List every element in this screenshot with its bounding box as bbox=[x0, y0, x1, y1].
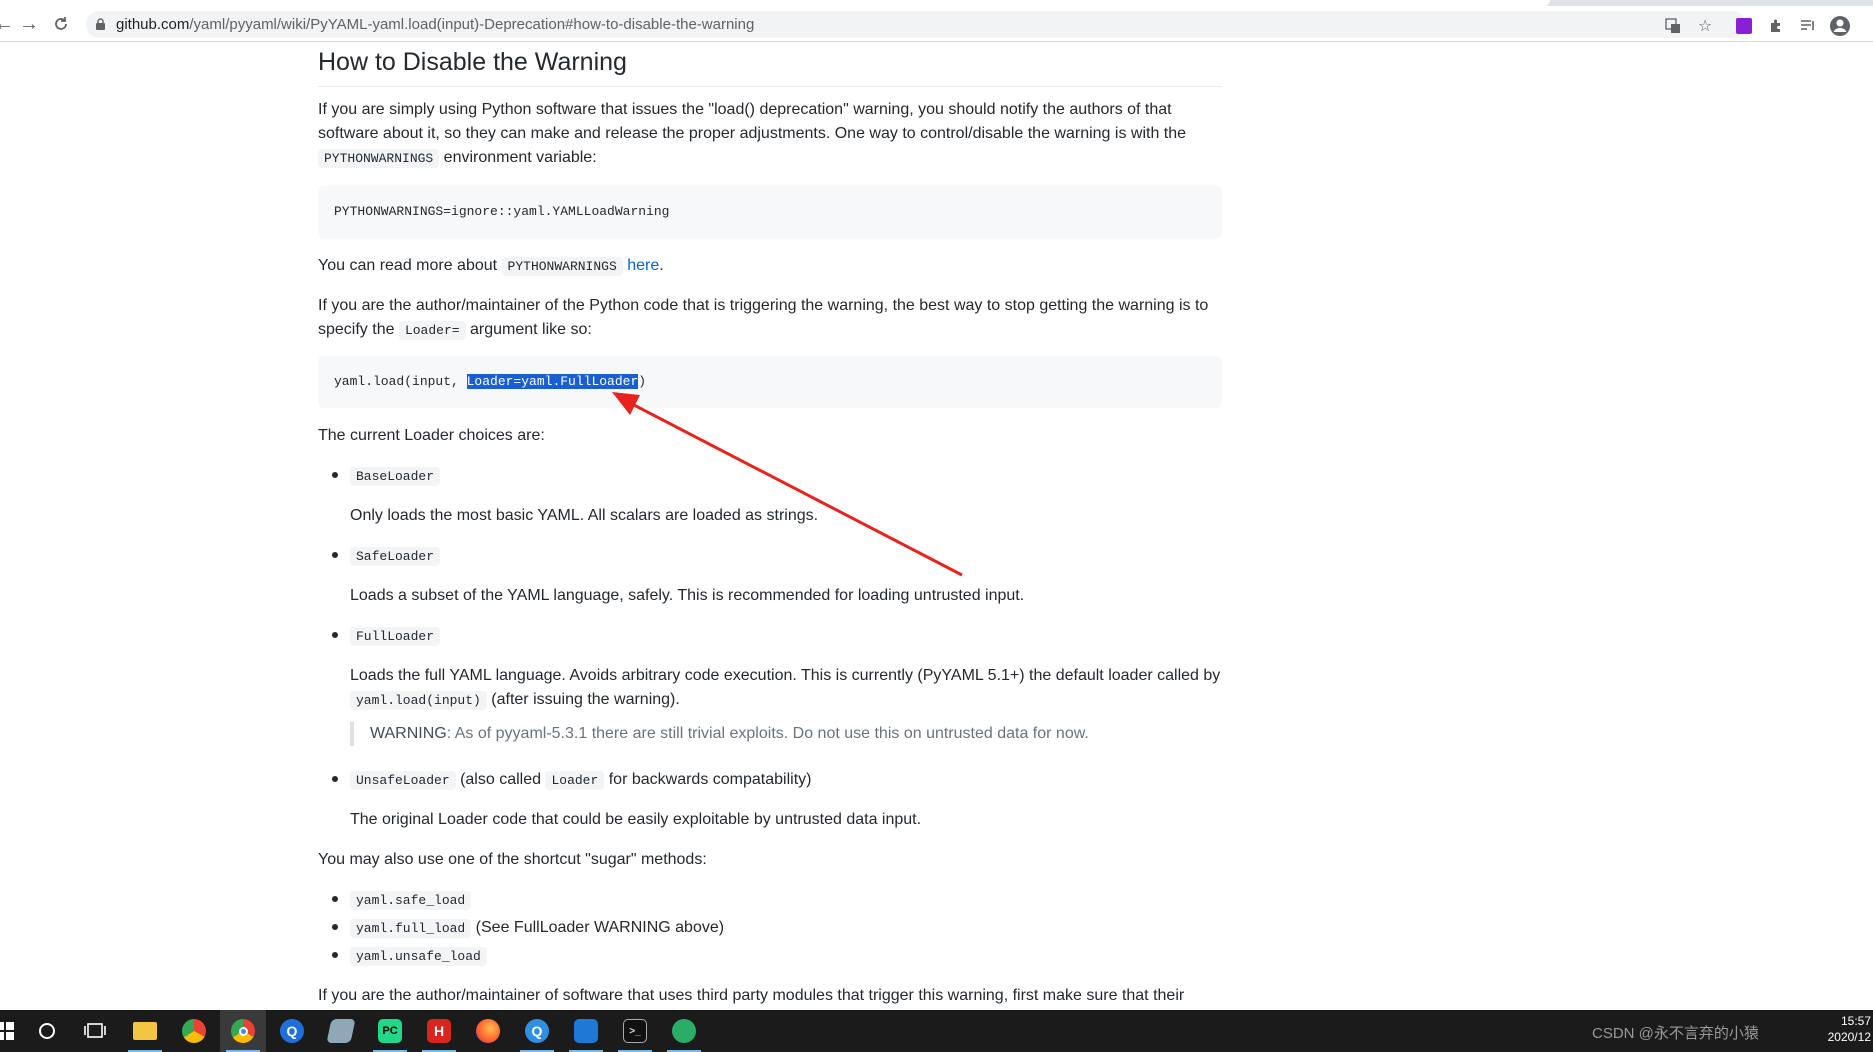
list-bullet bbox=[332, 632, 338, 638]
search-tool-icon[interactable]: Q bbox=[514, 1010, 560, 1052]
notes-app-icon[interactable] bbox=[318, 1010, 364, 1052]
clock[interactable]: 15:57 2020/12 bbox=[1828, 1013, 1871, 1045]
reading-list-icon[interactable] bbox=[1797, 15, 1819, 37]
loader-description: Loads a subset of the YAML language, saf… bbox=[350, 587, 1025, 604]
profile-avatar-icon[interactable] bbox=[1829, 15, 1851, 37]
task-view-icon[interactable] bbox=[72, 1010, 118, 1052]
back-arrow-icon[interactable]: ← bbox=[0, 12, 16, 36]
here-link[interactable]: here bbox=[627, 257, 659, 274]
reload-icon[interactable] bbox=[49, 12, 73, 36]
list-bullet bbox=[332, 776, 338, 782]
list-item: yaml.full_load (See FullLoader WARNING a… bbox=[350, 916, 1222, 941]
list-item: BaseLoader bbox=[350, 464, 1222, 489]
maintainer-paragraph: If you are the author/maintainer of the … bbox=[318, 297, 1209, 340]
url-text[interactable]: github.com/yaml/pyyaml/wiki/PyYAML-yaml.… bbox=[116, 16, 754, 33]
list-bullet bbox=[332, 952, 338, 958]
puzzle-icon[interactable] bbox=[1765, 15, 1787, 37]
code-block-load: yaml.load(input, Loader=yaml.FullLoader) bbox=[318, 356, 1222, 408]
code-block-env: PYTHONWARNINGS=ignore::yaml.YAMLLoadWarn… bbox=[318, 186, 1222, 238]
pycharm-icon[interactable]: PC bbox=[367, 1010, 413, 1052]
choices-intro: The current Loader choices are: bbox=[318, 427, 545, 444]
apps-grid-icon[interactable] bbox=[563, 1010, 609, 1052]
lock-icon bbox=[96, 18, 105, 30]
list-bullet bbox=[332, 924, 338, 930]
list-item: FullLoader bbox=[350, 624, 1222, 649]
address-bar[interactable]: github.com/yaml/pyyaml/wiki/PyYAML-yaml.… bbox=[86, 11, 1746, 38]
browser-toolbar: ← → github.com/yaml/pyyaml/wiki/PyYAML-y… bbox=[0, 6, 1873, 42]
list-item: yaml.safe_load bbox=[350, 888, 1222, 913]
list-bullet bbox=[332, 896, 338, 902]
inline-code: Loader= bbox=[398, 321, 466, 340]
chrome-icon[interactable] bbox=[220, 1010, 266, 1052]
translate-icon[interactable] bbox=[1662, 15, 1684, 37]
closing-paragraph: If you are the author/maintainer of soft… bbox=[318, 987, 1185, 1004]
list-item: UnsafeLoader (also called Loader for bac… bbox=[350, 768, 1222, 793]
wiki-content: How to Disable the Warning If you are si… bbox=[318, 42, 1222, 1010]
list-bullet bbox=[332, 472, 338, 478]
list-item: yaml.unsafe_load bbox=[350, 944, 1222, 969]
search-app-icon[interactable]: Q bbox=[269, 1010, 315, 1052]
search-icon[interactable] bbox=[24, 1010, 70, 1052]
inline-code: PYTHONWARNINGS bbox=[318, 149, 440, 168]
intro-paragraph: If you are simply using Python software … bbox=[318, 101, 1187, 168]
list-item: SafeLoader bbox=[350, 544, 1222, 569]
sugar-intro: You may also use one of the shortcut "su… bbox=[318, 851, 707, 868]
read-more-paragraph: You can read more about PYTHONWARNINGS h… bbox=[318, 257, 664, 276]
watermark-text: CSDN @永不言弃的小猿 bbox=[1592, 1025, 1759, 1042]
terminal-icon[interactable]: >_ bbox=[612, 1010, 658, 1052]
loader-description: Only loads the most basic YAML. All scal… bbox=[350, 507, 819, 524]
section-heading: How to Disable the Warning bbox=[318, 46, 1222, 87]
loader-description: The original Loader code that could be e… bbox=[350, 811, 922, 828]
wechat-icon[interactable] bbox=[661, 1010, 707, 1052]
file-explorer-icon[interactable] bbox=[122, 1010, 168, 1052]
selected-text[interactable]: Loader=yaml.FullLoader bbox=[466, 374, 639, 389]
hbuilder-icon[interactable]: H bbox=[416, 1010, 462, 1052]
taskbar: Q PC H Q >_ CSDN @永不言弃的小猿 15:57 2020/12 bbox=[0, 1010, 1873, 1052]
forward-arrow-icon[interactable]: → bbox=[17, 12, 41, 36]
loader-description: Loads the full YAML language. Avoids arb… bbox=[350, 667, 1221, 710]
bookmark-star-icon[interactable]: ☆ bbox=[1694, 15, 1716, 37]
list-bullet bbox=[332, 552, 338, 558]
extension-icon[interactable] bbox=[1733, 15, 1755, 37]
inline-code: PYTHONWARNINGS bbox=[501, 257, 623, 276]
warning-blockquote: WARNING: As of pyyaml-5.3.1 there are st… bbox=[350, 722, 1222, 746]
firefox-icon[interactable] bbox=[465, 1010, 511, 1052]
browser-app-icon[interactable] bbox=[171, 1010, 217, 1052]
